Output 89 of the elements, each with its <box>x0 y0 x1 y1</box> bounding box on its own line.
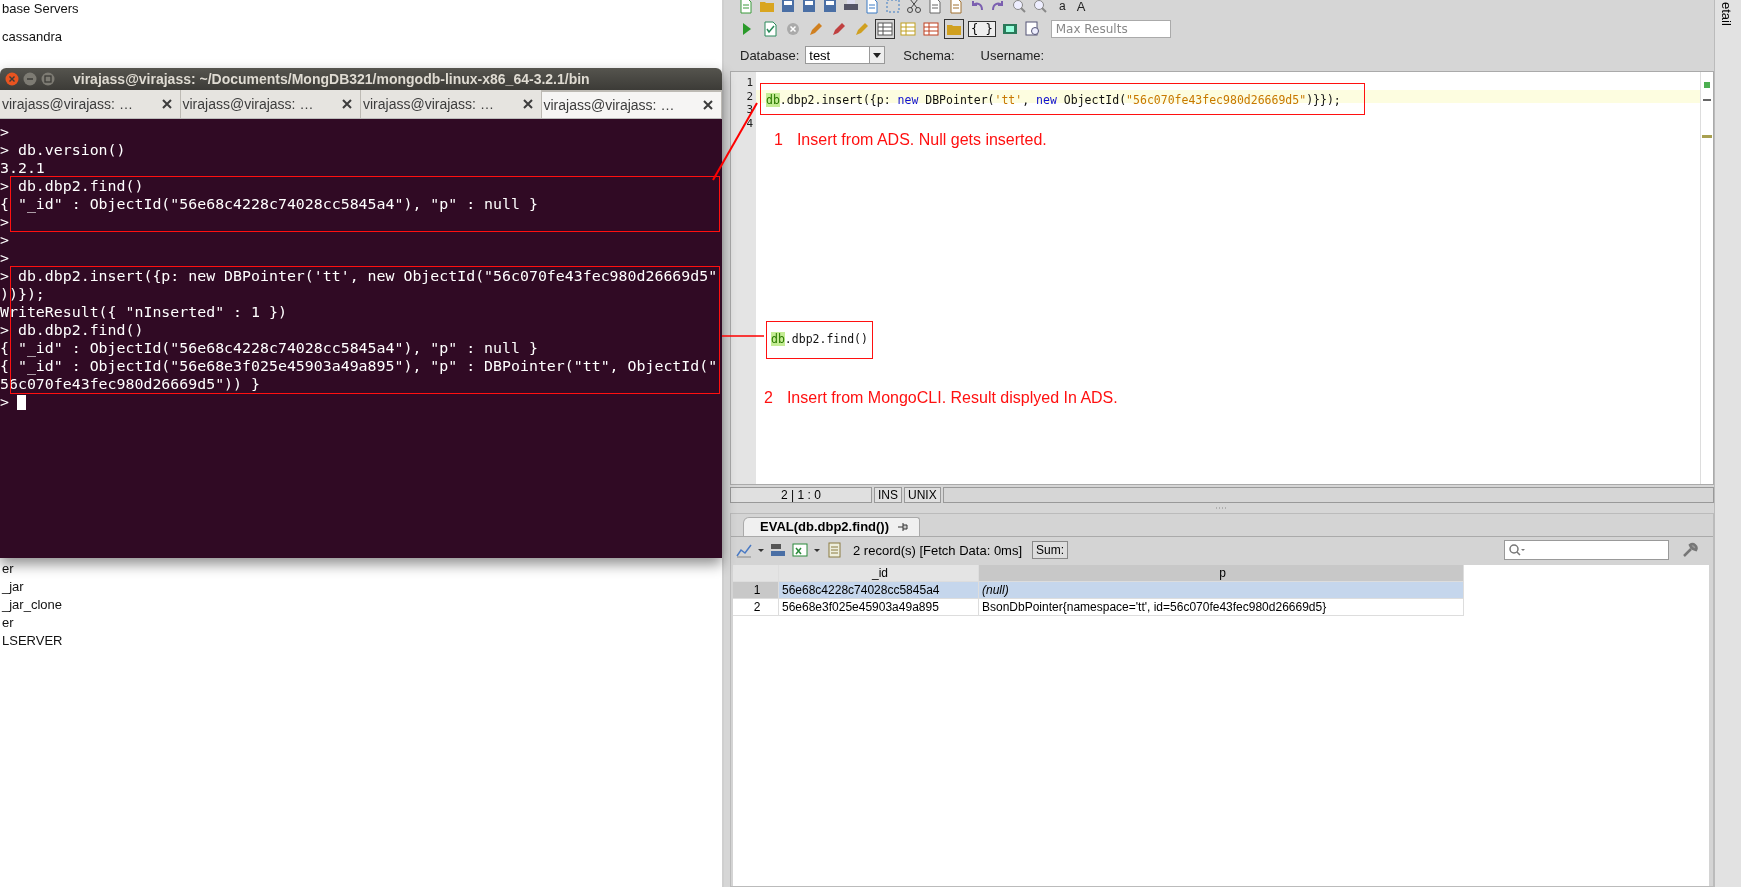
annotation-number: 1 <box>774 131 783 149</box>
wrench-icon[interactable] <box>1681 541 1699 559</box>
table-cell: BsonDbPointer{namespace='tt', id=56c070fe43fec980d26669d5} <box>979 599 1464 616</box>
pin-icon[interactable] <box>897 520 909 533</box>
row-number: 1 <box>733 582 779 599</box>
terminal-line: > db.dbp2.find() <box>0 321 145 339</box>
results-tab[interactable]: EVAL(db.dbp2.find()) <box>743 517 920 536</box>
row-number: 2 <box>733 599 779 616</box>
max-results-field[interactable]: Max Results <box>1050 20 1171 38</box>
ruler-mark <box>1704 82 1710 88</box>
terminal-line: > <box>0 231 10 249</box>
save-all-icon[interactable] <box>822 0 838 14</box>
save-as-icon[interactable] <box>801 0 817 14</box>
table-header-corner <box>733 565 779 582</box>
table-cell: 56e68c4228c74028cc5845a4 <box>779 582 979 599</box>
terminal-tab[interactable]: virajass@virajass: … <box>180 90 361 118</box>
tree-item[interactable]: base Servers <box>0 0 79 18</box>
tree-item[interactable]: er <box>0 614 14 632</box>
terminal-line: > db.dbp2.insert({p: new DBPointer('tt', new ObjectId("56c070fe43fec980d26669d5" <box>0 267 719 285</box>
line-number: 1 <box>746 76 753 90</box>
status-cell: INS <box>874 487 902 503</box>
tree-item[interactable]: _jar <box>0 578 24 596</box>
terminal-tab[interactable]: virajass@virajass: … <box>361 90 542 118</box>
terminal-line: > <box>0 249 10 267</box>
terminal-prompt: > <box>0 393 9 411</box>
braces-button[interactable]: { } <box>968 21 996 37</box>
database-select[interactable]: test <box>805 46 886 64</box>
tree-item[interactable]: er <box>0 560 14 578</box>
close-icon[interactable] <box>703 100 713 110</box>
close-icon[interactable] <box>522 99 533 109</box>
terminal-line: { "_id" : ObjectId("56e68c4228c74028cc5845a4"), "p" : null } <box>0 339 539 357</box>
new-file-icon[interactable] <box>738 0 754 14</box>
spreadsheet-icon[interactable] <box>791 541 809 559</box>
code-snippet: db.dbp2.find() <box>766 321 873 359</box>
cut-icon[interactable] <box>906 0 922 14</box>
code-line: db.dbp2.insert({p: new DBPointer('tt', new ObjectId("56c070fe43fec980d26669d5")}}); <box>766 93 1341 107</box>
text-cursor <box>16 394 26 410</box>
sum-button[interactable]: Sum: <box>1032 541 1069 559</box>
line-number: 3 <box>746 103 753 117</box>
column-header[interactable]: p <box>979 565 1464 582</box>
status-cell: UNIX <box>904 487 941 503</box>
tree-item[interactable]: LSERVER <box>0 632 63 650</box>
tree-item[interactable]: _jar_clone <box>0 596 62 614</box>
terminal-line: { "_id" : ObjectId("56e68c4228c74028cc5845a4"), "p" : null } <box>0 195 539 213</box>
minimize-icon[interactable] <box>23 72 37 86</box>
font-size-button[interactable]: A <box>1076 0 1086 14</box>
paste-icon[interactable] <box>948 0 964 14</box>
terminal-line: { "_id" : ObjectId("56e68e3f025e45903a49a895"), "p" : DBPointer("tt", ObjectId(" <box>0 357 719 375</box>
find-icon[interactable] <box>1011 0 1027 14</box>
search-icon <box>1508 543 1526 557</box>
record-count: 2 record(s) [Fetch Data: 0ms] <box>853 542 1023 558</box>
font-size-button[interactable]: a <box>1059 0 1066 13</box>
terminal-line: > db.version() <box>0 141 127 159</box>
window-title: virajass@virajass: ~/Documents/MongDB321/mongodb-linux-x86_64-3.2.1/bin <box>73 71 590 87</box>
terminal-line: > db.dbp2.find() <box>0 177 145 195</box>
status-cell: 2 | 1 : 0 <box>730 487 872 503</box>
search-field[interactable] <box>1504 540 1669 560</box>
line-number: 2 <box>746 89 753 103</box>
table-cell: (null) <box>979 582 1464 599</box>
column-header[interactable]: _id <box>779 565 979 582</box>
close-icon[interactable] <box>161 99 172 109</box>
copy-icon[interactable] <box>927 0 943 14</box>
terminal-line: > <box>0 213 10 231</box>
leader-line <box>721 335 765 337</box>
ruler-mark <box>1703 99 1711 101</box>
annotation-number: 2 <box>764 388 773 407</box>
table-icon[interactable] <box>922 20 940 38</box>
side-tab[interactable]: etail <box>1719 2 1734 26</box>
ruler-mark <box>1702 135 1712 138</box>
annotation-text: Insert from ADS. Null gets inserted. <box>796 131 1047 149</box>
stop-icon[interactable] <box>784 20 802 38</box>
terminal-tab[interactable]: virajass@virajass: … <box>541 90 722 118</box>
terminal-line: 3.2.1 <box>0 159 46 177</box>
schema-label: Schema: <box>903 47 955 63</box>
maximize-icon[interactable] <box>41 72 55 86</box>
table-cell: 56e68e3f025e45903a49a895 <box>779 599 979 616</box>
annotation-text: Insert from MongoCLI. Result displyed In ADS. <box>786 388 1118 407</box>
tree-item[interactable]: cassandra <box>0 28 62 46</box>
terminal-tab[interactable]: virajass@virajass: … <box>0 90 181 118</box>
code-editor[interactable]: 1 2 3 4 db.dbp2.insert({p: new DBPointer('tt', new ObjectId("56c070fe43fec980d26669d5")}}); 1 Insert from ADS. Null gets inserted. db.dbp2.find() 2 Insert from MongoCLI. Result displyed In ADS. <box>730 71 1714 485</box>
grid-icon[interactable] <box>876 20 894 38</box>
save-icon[interactable] <box>780 0 796 14</box>
line-number: 4 <box>746 116 753 130</box>
database-label: Database: <box>740 47 800 63</box>
username-label: Username: <box>980 47 1045 63</box>
close-icon[interactable] <box>342 99 352 109</box>
table-row[interactable]: 1 56e68c4228c74028cc5845a4 (null) <box>733 582 1709 599</box>
terminal-line: > <box>0 123 10 141</box>
table-row[interactable]: 2 56e68e3f025e45903a49a895 BsonDbPointer{namespace='tt', id=56c070fe43fec980d26669d5} <box>733 599 1709 616</box>
